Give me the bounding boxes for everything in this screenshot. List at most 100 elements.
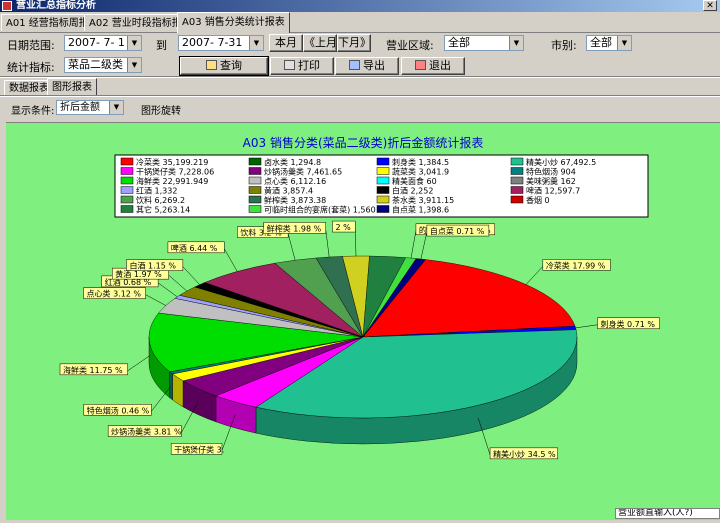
exit-icon [415, 60, 426, 70]
legend-entry: 饮料 6,269.2 [136, 195, 185, 205]
legend-swatch [376, 167, 390, 175]
legend-swatch [120, 205, 134, 213]
chevron-down-icon[interactable]: ▼ [617, 36, 631, 50]
data-label-leader [157, 282, 178, 297]
legend-entry: 刺身类 1,384.5 [392, 157, 449, 167]
legend-swatch [376, 186, 390, 194]
date-from-picker[interactable]: 2007- 7- 1 ▼ [64, 35, 142, 51]
chevron-down-icon[interactable]: ▼ [127, 58, 141, 72]
data-label-leader [410, 230, 417, 259]
legend-swatch [248, 205, 262, 213]
data-label: 刺身类 0.71 % [601, 319, 656, 329]
data-label-leader [420, 232, 428, 260]
legend-entry: 鲜榨类 3,873.38 [264, 195, 326, 205]
app-icon [2, 1, 12, 11]
legend-entry: 冷菜类 35,199.219 [136, 157, 208, 167]
data-label: 干锅煲仔类 3. [174, 444, 224, 454]
city-value: 全部 [590, 36, 612, 49]
pie-chart: A03 销售分类(菜品二级类)折后金额统计报表冷菜类 35,199.219 卤水类… [59, 135, 660, 460]
query-button[interactable]: 查询 [179, 56, 269, 76]
this-month-button[interactable]: 本月 [269, 34, 303, 52]
legend-swatch [510, 195, 524, 204]
date-from-value: 2007- 7- 1 [68, 36, 125, 49]
data-label: 海鲜类 11.75 % [63, 365, 123, 375]
legend-swatch [120, 176, 134, 185]
data-label: 点心类 3.12 % [87, 289, 142, 299]
prev-month-button[interactable]: 《上月 [303, 34, 337, 52]
legend-swatch [248, 186, 262, 194]
legend-swatch [120, 195, 134, 204]
chevron-down-icon[interactable]: ▼ [109, 101, 123, 114]
close-icon[interactable]: ✕ [703, 0, 717, 11]
export-label: 导出 [363, 59, 385, 72]
legend-swatch [248, 176, 262, 185]
legend-swatch [248, 157, 262, 166]
display-condition-value: 折后金额 [60, 102, 100, 113]
export-icon [349, 60, 360, 70]
printer-icon [284, 60, 295, 70]
display-condition-label: 显示条件: [11, 106, 55, 117]
stat-select[interactable]: 菜品二级类 ▼ [64, 57, 142, 73]
legend-entry: 点心类 6,112.16 [264, 176, 326, 186]
display-condition-select[interactable]: 折后金额 ▼ [56, 100, 124, 115]
tab-chart-report[interactable]: 图形报表 [47, 78, 97, 95]
data-label-leader [325, 229, 330, 258]
print-label: 打印 [298, 59, 320, 72]
chevron-down-icon[interactable]: ▼ [509, 36, 523, 50]
area-label: 营业区域: [386, 39, 434, 52]
stat-label: 统计指标: [7, 61, 55, 74]
legend-entry: 其它 5,263.14 [136, 205, 190, 215]
date-to-value: 2007- 7-31 [182, 36, 243, 49]
date-range-label: 日期范围: [7, 39, 55, 52]
divider [0, 76, 720, 78]
legend-entry: 白酒 2,252 [392, 186, 433, 196]
date-to-picker[interactable]: 2007- 7-31 ▼ [178, 35, 264, 51]
to-label: 到 [156, 39, 167, 52]
stat-value: 菜品二级类 [68, 58, 123, 71]
data-label-leader [525, 266, 544, 285]
exit-button[interactable]: 退出 [401, 57, 465, 75]
legend-swatch [120, 186, 134, 194]
city-select[interactable]: 全部 ▼ [586, 35, 632, 51]
data-label-leader [287, 233, 296, 261]
chart-rotate-link[interactable]: 图形旋转 [141, 102, 181, 117]
legend-entry: 茶水类 3,911.15 [392, 195, 454, 205]
data-label: 冷菜类 17.99 % [546, 260, 606, 270]
city-label: 市别: [551, 39, 577, 52]
data-label: 特色烟汤 0.46 % [87, 405, 150, 415]
data-label: 啤酒 6.44 % [171, 243, 218, 253]
data-label: 鲜榨类 1.98 % [267, 223, 322, 233]
area-value: 全部 [448, 36, 470, 49]
legend-entry: 炒锅汤羹类 7,461.65 [264, 167, 342, 177]
legend-swatch [376, 157, 390, 166]
data-label-leader [127, 355, 150, 372]
legend-entry: 海鲜类 22,991.949 [136, 176, 208, 186]
query-label: 查询 [220, 59, 242, 72]
legend-entry: 卤水类 1,294.8 [264, 157, 321, 167]
pie-side-特色烟汤 [169, 371, 173, 401]
print-button[interactable]: 打印 [270, 57, 334, 75]
area-select[interactable]: 全部 ▼ [444, 35, 524, 51]
data-label: 白酒 1.15 % [129, 261, 176, 271]
legend-entry: 精美小炒 67,492.5 [526, 157, 596, 167]
legend-swatch [510, 176, 524, 185]
legend-swatch [248, 167, 262, 175]
data-label: 2 % [335, 223, 351, 232]
legend-swatch [510, 157, 524, 166]
data-label: 炒锅汤羹类 3.81 % [111, 427, 182, 437]
window-title: 营业汇总指标分析 [16, 0, 96, 11]
data-label-leader [224, 248, 238, 272]
chevron-down-icon[interactable]: ▼ [127, 36, 141, 50]
legend-entry: 干锅煲仔类 7,228.06 [136, 167, 214, 177]
legend-entry: 精美面食 60 [392, 176, 437, 186]
legend-entry: 美味粥羹 162 [526, 176, 576, 186]
legend-swatch [376, 176, 390, 185]
legend-entry: 黄酒 3,857.4 [264, 186, 313, 196]
next-month-button[interactable]: 下月》 [337, 34, 371, 52]
tab-a03[interactable]: A03 销售分类统计报表 [177, 12, 290, 33]
divider [0, 95, 720, 97]
legend-entry: 特色烟汤 904 [526, 167, 576, 177]
chevron-down-icon[interactable]: ▼ [249, 36, 263, 50]
chart-title: A03 销售分类(菜品二级类)折后金额统计报表 [243, 135, 484, 150]
export-button[interactable]: 导出 [335, 57, 399, 75]
